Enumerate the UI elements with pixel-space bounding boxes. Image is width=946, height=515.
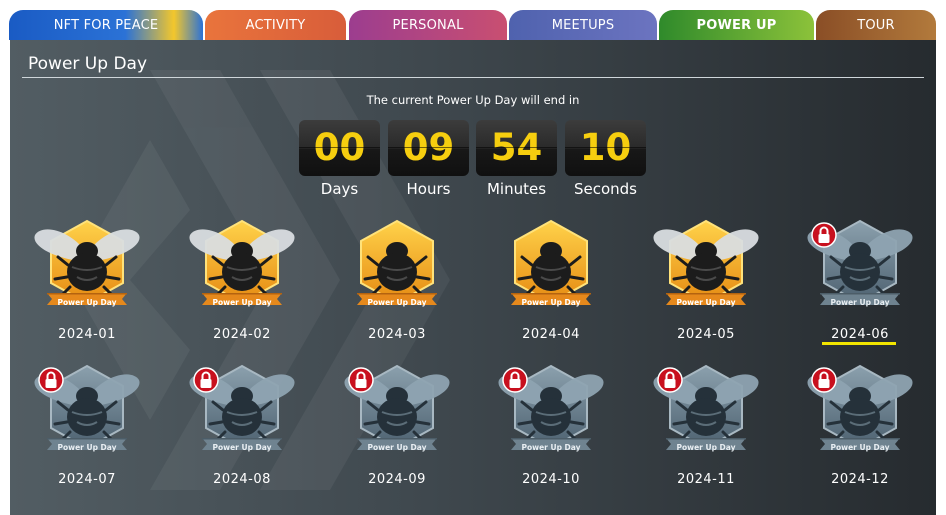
countdown-days: 00 Days bbox=[299, 120, 380, 198]
lock-icon bbox=[811, 222, 837, 248]
title-divider bbox=[22, 77, 924, 78]
page-title: Power Up Day bbox=[28, 54, 148, 74]
badge-2024-09[interactable]: Power Up Day 2024-09 bbox=[337, 362, 457, 492]
hours-label: Hours bbox=[406, 180, 451, 198]
days-value: 00 bbox=[299, 120, 380, 176]
tab-tour[interactable]: TOUR bbox=[816, 10, 936, 40]
selected-month-underline bbox=[822, 342, 896, 345]
badge-ribbon-label: Power Up Day bbox=[521, 443, 581, 452]
badge-2024-10[interactable]: Power Up Day 2024-10 bbox=[491, 362, 611, 492]
countdown-label: The current Power Up Day will end in bbox=[366, 93, 580, 107]
badge-date: 2024-07 bbox=[58, 472, 116, 487]
seconds-value: 10 bbox=[565, 120, 646, 176]
badge-ribbon-label: Power Up Day bbox=[830, 443, 890, 452]
hours-value: 09 bbox=[388, 120, 469, 176]
badge-2024-07[interactable]: Power Up Day 2024-07 bbox=[27, 362, 147, 492]
badge-ribbon-label: Power Up Day bbox=[367, 443, 427, 452]
countdown-seconds: 10 Seconds bbox=[565, 120, 646, 198]
tab-personal[interactable]: PERSONAL bbox=[349, 10, 507, 40]
tab-bar: NFT FOR PEACE ACTIVITY PERSONAL MEETUPS … bbox=[0, 0, 946, 40]
badge-2024-04[interactable]: Power Up Day 2024-04 bbox=[491, 217, 611, 347]
badge-ribbon-label: Power Up Day bbox=[57, 443, 117, 452]
hive-logo-watermark bbox=[70, 70, 450, 490]
badge-ribbon-label: Power Up Day bbox=[521, 298, 581, 307]
lock-icon bbox=[657, 367, 683, 393]
badge-date: 2024-12 bbox=[831, 472, 889, 487]
badge-2024-08[interactable]: Power Up Day 2024-08 bbox=[182, 362, 302, 492]
badge-2024-12[interactable]: Power Up Day 2024-12 bbox=[800, 362, 920, 492]
minutes-value: 54 bbox=[476, 120, 557, 176]
seconds-label: Seconds bbox=[573, 180, 638, 198]
badge-date: 2024-02 bbox=[213, 327, 271, 342]
lock-icon bbox=[193, 367, 219, 393]
badge-2024-05[interactable]: Power Up Day 2024-05 bbox=[646, 217, 766, 347]
countdown-hours: 09 Hours bbox=[388, 120, 469, 198]
lock-icon bbox=[502, 367, 528, 393]
badge-date: 2024-01 bbox=[58, 327, 116, 342]
badge-2024-06[interactable]: Power Up Day 2024-06 bbox=[800, 217, 920, 347]
lock-icon bbox=[38, 367, 64, 393]
badge-ribbon-label: Power Up Day bbox=[676, 443, 736, 452]
tab-power-up[interactable]: POWER UP bbox=[659, 10, 814, 40]
power-up-panel: Power Up Day The current Power Up Day wi… bbox=[10, 40, 936, 515]
badge-ribbon-label: Power Up Day bbox=[367, 298, 427, 307]
badge-date: 2024-08 bbox=[213, 472, 271, 487]
days-label: Days bbox=[320, 180, 359, 198]
tab-nft-for-peace[interactable]: NFT FOR PEACE bbox=[9, 10, 203, 40]
badge-date: 2024-11 bbox=[677, 472, 735, 487]
badge-2024-11[interactable]: Power Up Day 2024-11 bbox=[646, 362, 766, 492]
badge-ribbon-label: Power Up Day bbox=[57, 298, 117, 307]
badge-date: 2024-06 bbox=[831, 327, 889, 342]
lock-icon bbox=[811, 367, 837, 393]
tab-meetups[interactable]: MEETUPS bbox=[509, 10, 657, 40]
countdown-minutes: 54 Minutes bbox=[476, 120, 557, 198]
lock-icon bbox=[348, 367, 374, 393]
badge-2024-02[interactable]: Power Up Day 2024-02 bbox=[182, 217, 302, 347]
badge-date: 2024-03 bbox=[368, 327, 426, 342]
badge-ribbon-label: Power Up Day bbox=[676, 298, 736, 307]
badge-date: 2024-10 bbox=[522, 472, 580, 487]
badge-date: 2024-04 bbox=[522, 327, 580, 342]
tab-activity[interactable]: ACTIVITY bbox=[205, 10, 346, 40]
badge-2024-03[interactable]: Power Up Day 2024-03 bbox=[337, 217, 457, 347]
badge-ribbon-label: Power Up Day bbox=[212, 298, 272, 307]
minutes-label: Minutes bbox=[486, 180, 547, 198]
badge-date: 2024-05 bbox=[677, 327, 735, 342]
badge-ribbon-label: Power Up Day bbox=[830, 298, 890, 307]
badge-2024-01[interactable]: Power Up Day 2024-01 bbox=[27, 217, 147, 347]
badge-ribbon-label: Power Up Day bbox=[212, 443, 272, 452]
badge-date: 2024-09 bbox=[368, 472, 426, 487]
